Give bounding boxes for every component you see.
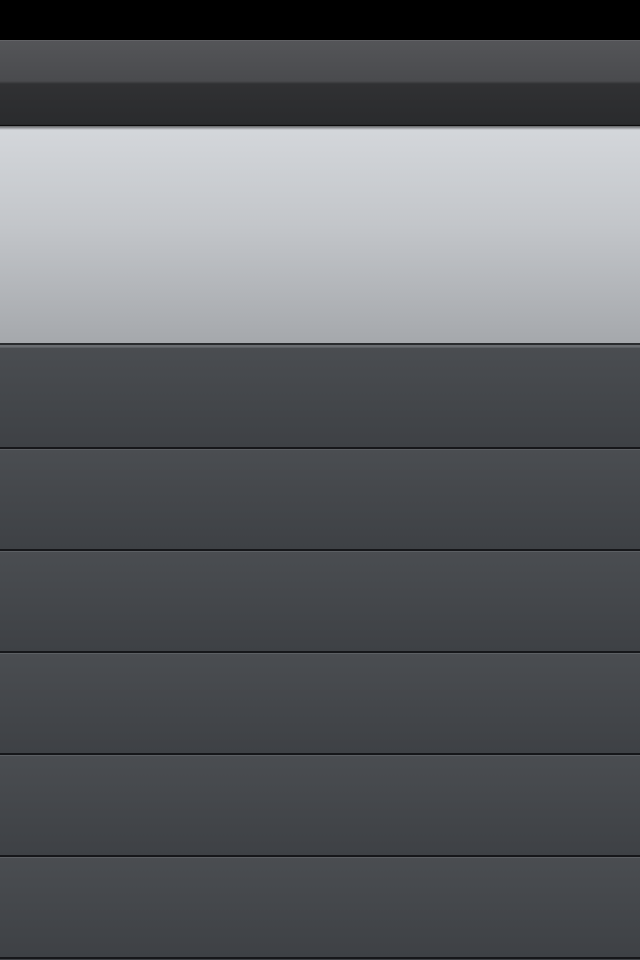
list-item-6[interactable] (0, 857, 640, 959)
nav-bar-shadow (0, 126, 640, 130)
nav-title (0, 40, 640, 125)
navigation-bar (0, 40, 640, 126)
header-panel-text (0, 126, 640, 343)
list-item-1[interactable] (0, 347, 640, 449)
list-item-4[interactable] (0, 653, 640, 755)
menu-list (0, 347, 640, 959)
list-item-5[interactable] (0, 755, 640, 857)
header-panel (0, 126, 640, 347)
list-item-2[interactable] (0, 449, 640, 551)
status-bar (0, 0, 640, 40)
app-screen (0, 0, 640, 960)
list-item-3[interactable] (0, 551, 640, 653)
